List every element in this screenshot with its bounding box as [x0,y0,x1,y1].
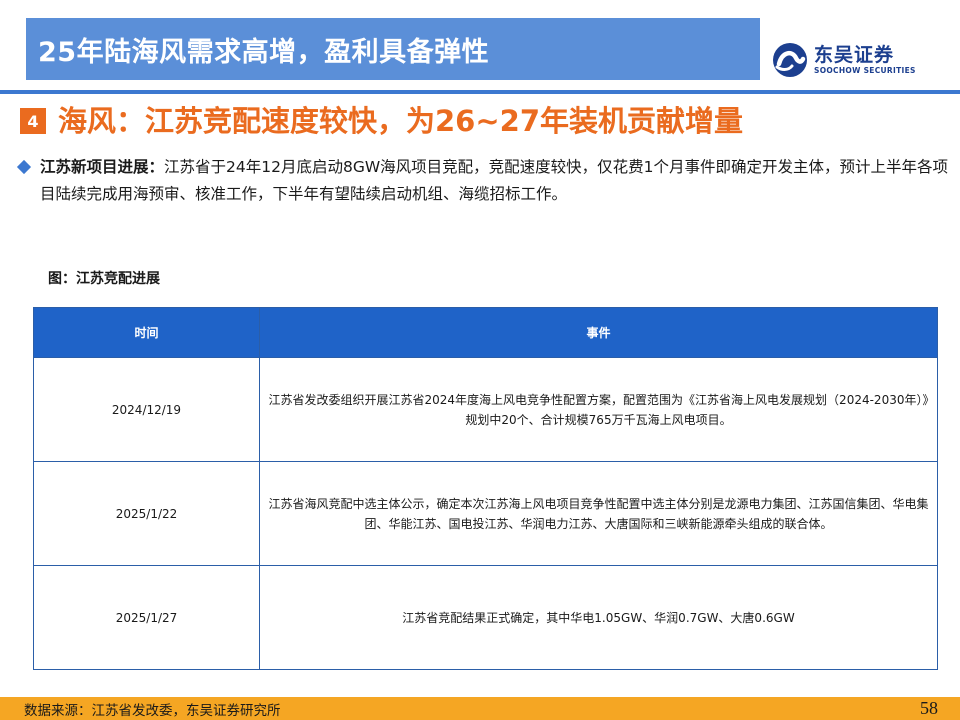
table-row: 2025/1/22 江苏省海风竞配中选主体公示，确定本次江苏海上风电项目竞争性配… [33,461,938,566]
page-number: 58 [920,698,938,718]
row-event: 江苏省竞配结果正式确定，其中华电1.05GW、华润0.7GW、大唐0.6GW [259,565,938,670]
row-event: 江苏省海风竞配中选主体公示，确定本次江苏海上风电项目竞争性配置中选主体分别是龙源… [259,461,938,566]
row-event: 江苏省发改委组织开展江苏省2024年度海上风电竞争性配置方案，配置范围为《江苏省… [259,357,938,462]
header-title-bar: 25年陆海风需求高增，盈利具备弹性 [26,18,760,80]
diamond-bullet-icon [16,159,32,175]
header-divider [0,90,960,94]
logo-name-cn: 东吴证券 [814,44,895,66]
table-row: 2025/1/27 江苏省竞配结果正式确定，其中华电1.05GW、华润0.7GW… [33,565,938,670]
row-date: 2025/1/22 [33,461,260,566]
column-header-event: 事件 [259,307,938,358]
table-header-row: 时间 事件 [33,307,938,358]
figure-caption: 图：江苏竞配进展 [48,271,160,287]
bullet-paragraph: 江苏新项目进展：江苏省于24年12月底启动8GW海风项目竞配，竞配速度较快，仅花… [40,154,955,208]
table-row: 2024/12/19 江苏省发改委组织开展江苏省2024年度海上风电竞争性配置方… [33,357,938,462]
section-title: 海风：江苏竞配速度较快，为26~27年装机贡献增量 [58,104,744,138]
bullet-text: 江苏省于24年12月底启动8GW海风项目竞配，竞配速度较快，仅花费1个月事件即确… [40,158,949,203]
column-header-time: 时间 [33,307,260,358]
page-title: 25年陆海风需求高增，盈利具备弹性 [38,36,490,68]
soochow-logo-icon [773,43,807,77]
bullet-lead: 江苏新项目进展： [40,158,165,176]
data-source-note: 数据来源：江苏省发改委，东吴证券研究所 [24,703,281,719]
row-date: 2025/1/27 [33,565,260,670]
section-number-badge: 4 [20,108,46,134]
row-date: 2024/12/19 [33,357,260,462]
logo-name-en: SOOCHOW SECURITIES [814,66,916,75]
company-logo: 东吴证券 SOOCHOW SECURITIES [770,40,940,80]
events-table: 时间 事件 2024/12/19 江苏省发改委组织开展江苏省2024年度海上风电… [33,307,938,670]
